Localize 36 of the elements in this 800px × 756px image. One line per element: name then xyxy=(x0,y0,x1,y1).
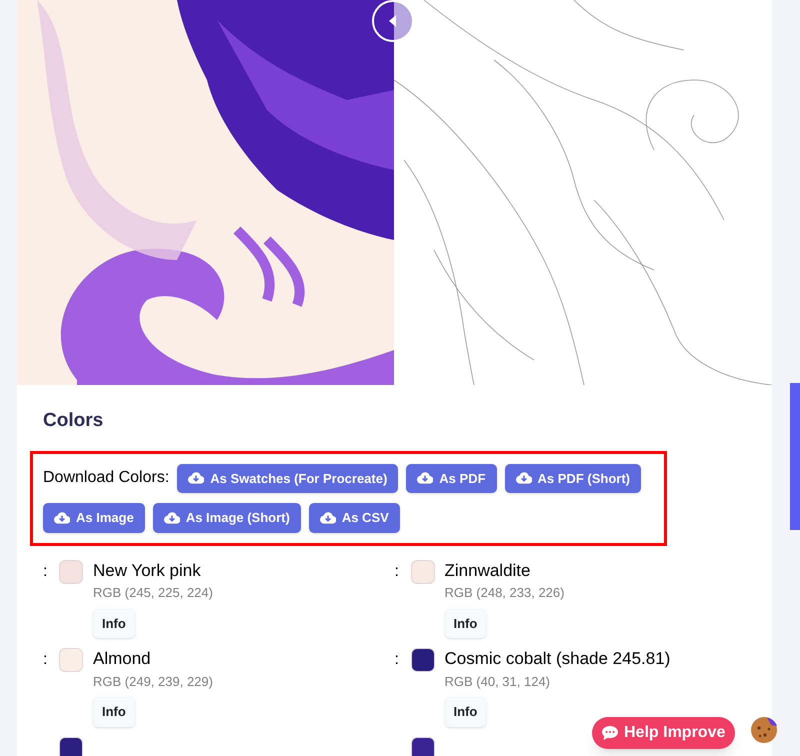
color-name: Almond xyxy=(93,648,151,670)
cloud-download-icon xyxy=(320,512,336,524)
caret-left-icon xyxy=(389,15,397,27)
cookie-icon[interactable] xyxy=(750,716,778,744)
list-marker: : xyxy=(394,562,400,582)
cloud-download-icon xyxy=(188,472,204,484)
rgb-value: RGB (245, 225, 224) xyxy=(93,584,213,602)
download-button[interactable]: As Image (Short) xyxy=(152,503,301,532)
info-button[interactable]: Info xyxy=(444,608,486,638)
help-improve-button[interactable]: Help Improve xyxy=(592,717,736,749)
download-button[interactable]: As Image xyxy=(43,503,145,532)
cloud-download-icon xyxy=(164,512,180,524)
download-button[interactable]: As CSV xyxy=(308,503,400,532)
download-button[interactable]: As Swatches (For Procreate) xyxy=(177,464,398,493)
list-marker: : xyxy=(394,650,400,670)
list-marker: : xyxy=(43,562,48,582)
cloud-download-icon xyxy=(516,472,532,484)
rgb-value: RGB (40, 31, 124) xyxy=(444,672,550,691)
cloud-download-icon xyxy=(417,472,434,484)
cloud-download-icon xyxy=(54,512,70,524)
download-label: Download Colors: xyxy=(43,468,170,488)
color-swatch xyxy=(59,736,83,756)
info-button[interactable]: Info xyxy=(93,697,135,726)
color-name: Zinnwaldite xyxy=(444,560,530,582)
color-name: New York pink xyxy=(93,560,201,582)
rgb-value: RGB (248, 233, 226) xyxy=(444,584,564,602)
download-button[interactable]: As PDF (Short) xyxy=(504,464,641,493)
info-button[interactable]: Info xyxy=(444,697,486,726)
rgb-value: RGB (249, 239, 229) xyxy=(93,672,213,691)
info-button[interactable]: Info xyxy=(93,608,135,638)
color-name: Cosmic cobalt (shade 245.81) xyxy=(444,648,670,670)
list-marker: : xyxy=(43,650,48,670)
download-button[interactable]: As PDF xyxy=(406,464,497,493)
color-swatch xyxy=(410,736,434,756)
section-title: Colors xyxy=(43,409,104,433)
chat-bubble-icon xyxy=(602,726,618,740)
